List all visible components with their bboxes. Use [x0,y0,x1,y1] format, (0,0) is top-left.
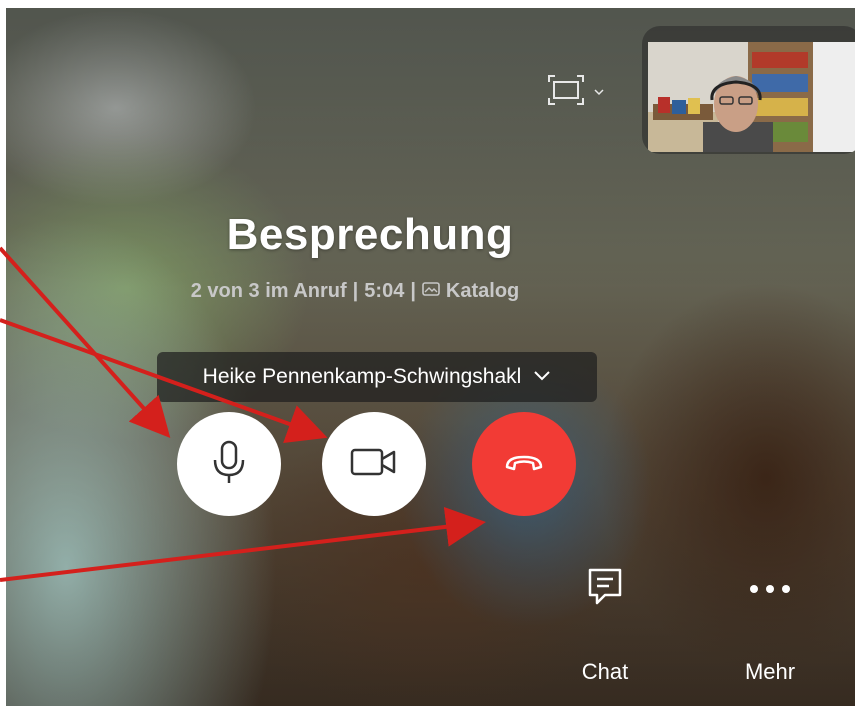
view-mode-toggle[interactable] [545,72,605,113]
hang-up-button[interactable] [472,412,576,516]
more-button[interactable]: Mehr [730,565,810,685]
chevron-down-icon [533,368,551,386]
device-dropdown[interactable]: Heike Pennenkamp-Schwingshakl [157,352,597,402]
catalog-icon [422,280,440,303]
meeting-title: Besprechung [226,210,514,259]
more-label: Mehr [744,659,796,684]
self-video-preview [648,42,855,152]
video-camera-icon [349,446,399,483]
device-dropdown-label: Heike Pennenkamp-Schwingshakl [202,365,522,388]
chat-button[interactable]: Chat [570,565,640,685]
hang-up-icon [502,450,546,479]
chat-icon [585,565,625,612]
participants-count: 2 von 3 im Anruf [190,280,347,302]
more-dots-icon [748,581,792,599]
self-view-panel[interactable] [642,26,855,154]
catalog-label: Katalog [445,280,520,302]
status-separator: | [410,280,416,302]
meeting-status: 2 von 3 im Anruf | 5:04 | Katalog [140,280,570,303]
chevron-down-icon [593,84,605,102]
mute-microphone-button[interactable] [177,412,281,516]
call-duration: 5:04 [364,280,405,302]
fit-screen-icon [545,72,587,113]
microphone-icon [209,439,249,490]
status-separator: | [352,280,359,302]
chat-label: Chat [581,659,629,684]
toggle-video-button[interactable] [322,412,426,516]
